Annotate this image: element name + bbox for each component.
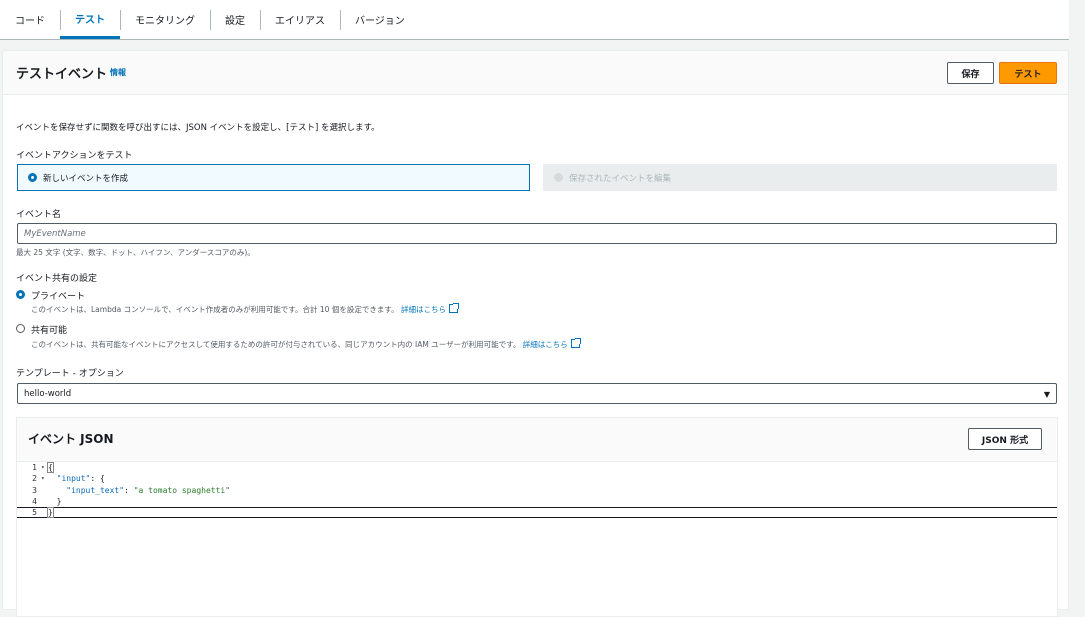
private-radio[interactable] (16, 290, 25, 299)
event-name-placeholder: MyEventName (24, 228, 86, 239)
code-text: { (47, 462, 54, 474)
external-link-icon (448, 303, 459, 313)
tab-aliases[interactable]: エイリアス (260, 0, 340, 39)
code-line: 1 ▾ { (17, 462, 1057, 474)
tab-versions[interactable]: バージョン (340, 0, 420, 39)
panel-header: テストイベント 情報 保存 テスト (3, 51, 1068, 95)
external-link-icon (570, 338, 581, 348)
event-action-label: イベントアクションをテスト (16, 151, 133, 161)
code-text: "input": { (56, 474, 105, 484)
info-link[interactable]: 情報 (110, 67, 126, 78)
shareable-radio[interactable] (16, 324, 25, 333)
private-label: プライベート (31, 292, 86, 302)
json-code-editor[interactable]: 1 ▾ { 2 ▾ "input": { 3 "input_text": "a … (17, 462, 1057, 519)
event-name-label: イベント名 (16, 210, 62, 220)
test-event-panel: テストイベント 情報 保存 テスト イベントを保存せずに関数を呼び出すには、JS… (2, 50, 1069, 617)
tab-monitoring[interactable]: モニタリング (120, 0, 210, 39)
save-button[interactable]: 保存 (947, 62, 994, 84)
create-new-event-tile[interactable]: 新しいイベントを作成 (17, 164, 530, 191)
create-new-radio[interactable] (28, 173, 37, 182)
event-json-title: イベント JSON (28, 432, 114, 446)
tab-test[interactable]: テスト (60, 0, 120, 39)
sharing-label: イベント共有の設定 (16, 274, 98, 284)
edit-saved-event-tile: 保存されたイベントを編集 (543, 164, 1057, 191)
page-title: テストイベント (16, 67, 108, 82)
event-name-input[interactable]: MyEventName (17, 223, 1057, 244)
description-text: イベントを保存せずに関数を呼び出すには、JSON イベントを設定し、[テスト] … (16, 123, 380, 133)
shareable-description: このイベントは、共有可能なイベントにアクセスして使用するための許可が付与されてい… (31, 338, 581, 350)
private-description: このイベントは、Lambda コンソールで、イベント作成者のみが利用可能です。合… (31, 303, 459, 315)
template-select[interactable]: hello-world ▼ (17, 383, 1057, 404)
code-text: } (47, 497, 62, 507)
caret-down-icon: ▼ (1043, 390, 1050, 399)
tab-settings[interactable]: 設定 (210, 0, 260, 39)
template-label: テンプレート - オプション (16, 369, 124, 379)
tab-bar: コード テスト モニタリング 設定 エイリアス バージョン (0, 0, 1069, 40)
code-text: "input_text": "a tomato spaghetti" (66, 485, 231, 495)
tab-code[interactable]: コード (0, 0, 60, 39)
private-learn-more-link[interactable]: 詳細はこちら (401, 305, 446, 314)
code-text: } (47, 507, 54, 519)
edit-saved-label: 保存されたイベントを編集 (569, 174, 672, 184)
create-new-label: 新しいイベントを作成 (43, 174, 129, 184)
code-line-active: 5 } (17, 507, 1057, 519)
edit-saved-radio (554, 173, 563, 182)
line-number: 5 (32, 508, 37, 518)
shareable-learn-more-link[interactable]: 詳細はこちら (523, 340, 568, 349)
code-line: 3 "input_text": "a tomato spaghetti" (17, 485, 1057, 496)
code-line: 2 ▾ "input": { (17, 473, 1057, 484)
test-button[interactable]: テスト (999, 62, 1057, 84)
line-number: 3 (32, 485, 37, 495)
line-number: 4 (32, 497, 37, 507)
event-name-hint: 最大 25 文字 (文字、数字、ドット、ハイフン、アンダースコアのみ)。 (16, 248, 255, 257)
line-number: 1 (32, 463, 37, 473)
template-value: hello-world (24, 388, 72, 399)
event-json-header: イベント JSON JSON 形式 (17, 418, 1057, 462)
event-json-container: イベント JSON JSON 形式 1 ▾ { 2 ▾ "input": { 3… (16, 417, 1058, 617)
line-number: 2 (32, 474, 37, 484)
shareable-label: 共有可能 (31, 326, 68, 336)
code-line: 4 } (17, 496, 1057, 507)
json-format-button[interactable]: JSON 形式 (968, 428, 1042, 450)
